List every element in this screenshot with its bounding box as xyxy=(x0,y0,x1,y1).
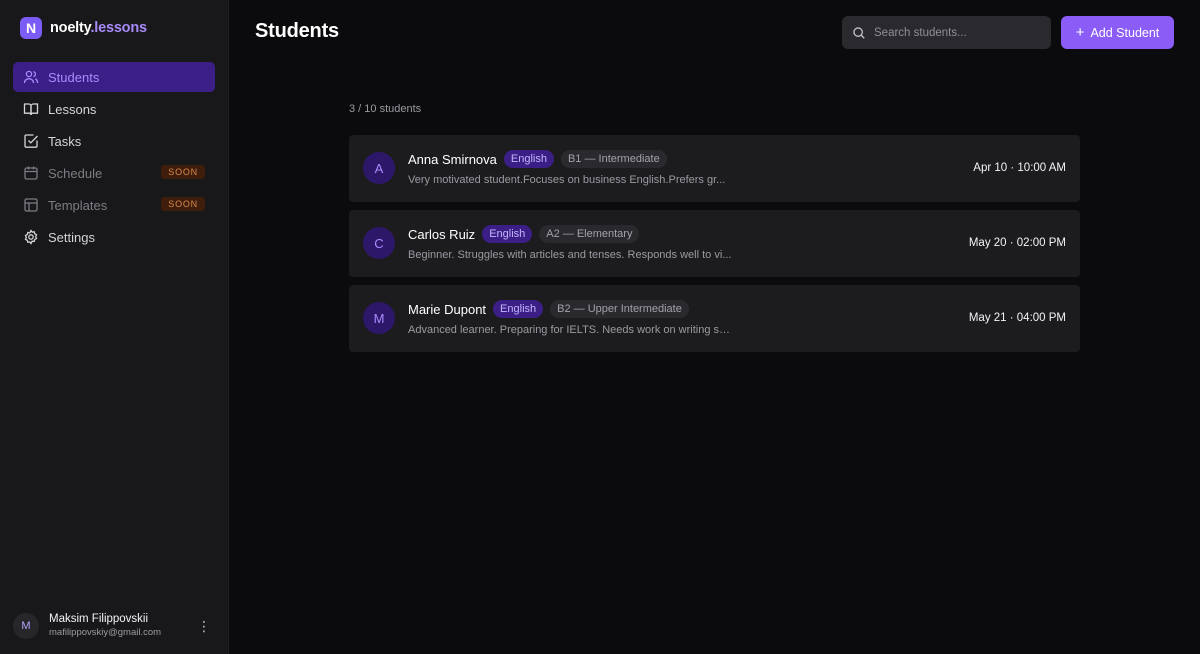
user-name: Maksim Filippovskii xyxy=(49,613,149,625)
sidebar-item-label: Schedule xyxy=(48,165,103,181)
student-name: Marie Dupont xyxy=(408,301,487,317)
student-header: Carlos Ruiz English A2 — Elementary xyxy=(408,224,640,244)
user-info: Maksim Filippovskii mafilippovskiy@gmail… xyxy=(49,612,161,640)
student-note: Advanced learner. Preparing for IELTS. N… xyxy=(408,324,733,336)
sidebar-nav: Students Lessons Tasks Schedule SOON Tem… xyxy=(13,62,215,254)
user-avatar: M xyxy=(13,613,39,639)
gear-icon xyxy=(23,229,39,245)
soon-badge: SOON xyxy=(161,165,205,179)
level-badge: A2 — Elementary xyxy=(539,225,640,243)
next-lesson-date: Apr 10 · 10:00 AM xyxy=(973,162,1066,174)
sidebar-item-tasks[interactable]: Tasks xyxy=(13,126,215,156)
plus-icon: + xyxy=(1075,24,1085,41)
sidebar-item-label: Settings xyxy=(48,229,95,245)
sidebar-item-label: Templates xyxy=(48,197,108,213)
brand-part1: noelty xyxy=(50,20,91,36)
sidebar-item-settings[interactable]: Settings xyxy=(13,222,215,252)
search-box[interactable] xyxy=(842,16,1051,49)
student-card[interactable]: A Anna Smirnova English B1 — Intermediat… xyxy=(349,135,1080,202)
book-icon xyxy=(23,101,39,117)
brand-name: noelty.lessons xyxy=(50,20,147,36)
language-badge: English xyxy=(493,300,544,318)
student-card[interactable]: C Carlos Ruiz English A2 — Elementary Be… xyxy=(349,210,1080,277)
student-avatar: C xyxy=(363,227,395,259)
logo-mark: N xyxy=(20,17,42,39)
calendar-icon xyxy=(23,165,39,181)
user-email: mafilippovskiy@gmail.com xyxy=(49,627,162,638)
users-icon xyxy=(23,69,39,85)
more-vertical-icon[interactable]: ⋮ xyxy=(197,617,211,635)
add-student-label: Add Student xyxy=(1090,25,1160,40)
next-lesson-date: May 20 · 02:00 PM xyxy=(968,237,1066,249)
soon-badge: SOON xyxy=(161,197,205,211)
student-header: Anna Smirnova English B1 — Intermediate xyxy=(408,149,667,169)
level-badge: B1 — Intermediate xyxy=(560,150,667,168)
student-avatar: A xyxy=(363,152,395,184)
sidebar: N noelty.lessons Students Lessons Tasks xyxy=(0,0,229,654)
checkbox-icon xyxy=(23,133,39,149)
search-icon xyxy=(853,26,865,39)
student-list: A Anna Smirnova English B1 — Intermediat… xyxy=(349,135,1080,360)
student-note: Beginner. Struggles with articles and te… xyxy=(408,249,732,261)
sidebar-item-label: Lessons xyxy=(48,101,97,117)
student-name: Carlos Ruiz xyxy=(408,226,476,242)
next-lesson-date: May 21 · 04:00 PM xyxy=(968,312,1066,324)
sidebar-item-lessons[interactable]: Lessons xyxy=(13,94,215,124)
sidebar-item-label: Tasks xyxy=(48,133,82,149)
student-avatar: M xyxy=(363,302,395,334)
language-badge: English xyxy=(482,225,533,243)
brand-part2: .lessons xyxy=(90,20,147,36)
sidebar-item-label: Students xyxy=(48,69,100,85)
language-badge: English xyxy=(503,150,554,168)
student-card[interactable]: M Marie Dupont English B2 — Upper Interm… xyxy=(349,285,1080,352)
student-header: Marie Dupont English B2 — Upper Intermed… xyxy=(408,299,689,319)
student-note: Very motivated student.Focuses on busine… xyxy=(408,174,726,186)
user-profile[interactable]: M Maksim Filippovskii mafilippovskiy@gma… xyxy=(13,611,215,641)
sidebar-item-students[interactable]: Students xyxy=(13,62,215,92)
search-input[interactable] xyxy=(874,26,1044,39)
add-student-button[interactable]: + Add Student xyxy=(1061,16,1174,49)
app-logo[interactable]: N noelty.lessons xyxy=(20,17,147,39)
layout-icon xyxy=(23,197,39,213)
sidebar-item-templates[interactable]: Templates SOON xyxy=(13,190,215,220)
student-count: 3 / 10 students xyxy=(349,103,422,115)
page-title: Students xyxy=(255,20,339,42)
student-name: Anna Smirnova xyxy=(408,151,497,167)
level-badge: B2 — Upper Intermediate xyxy=(550,300,689,318)
sidebar-item-schedule[interactable]: Schedule SOON xyxy=(13,158,215,188)
